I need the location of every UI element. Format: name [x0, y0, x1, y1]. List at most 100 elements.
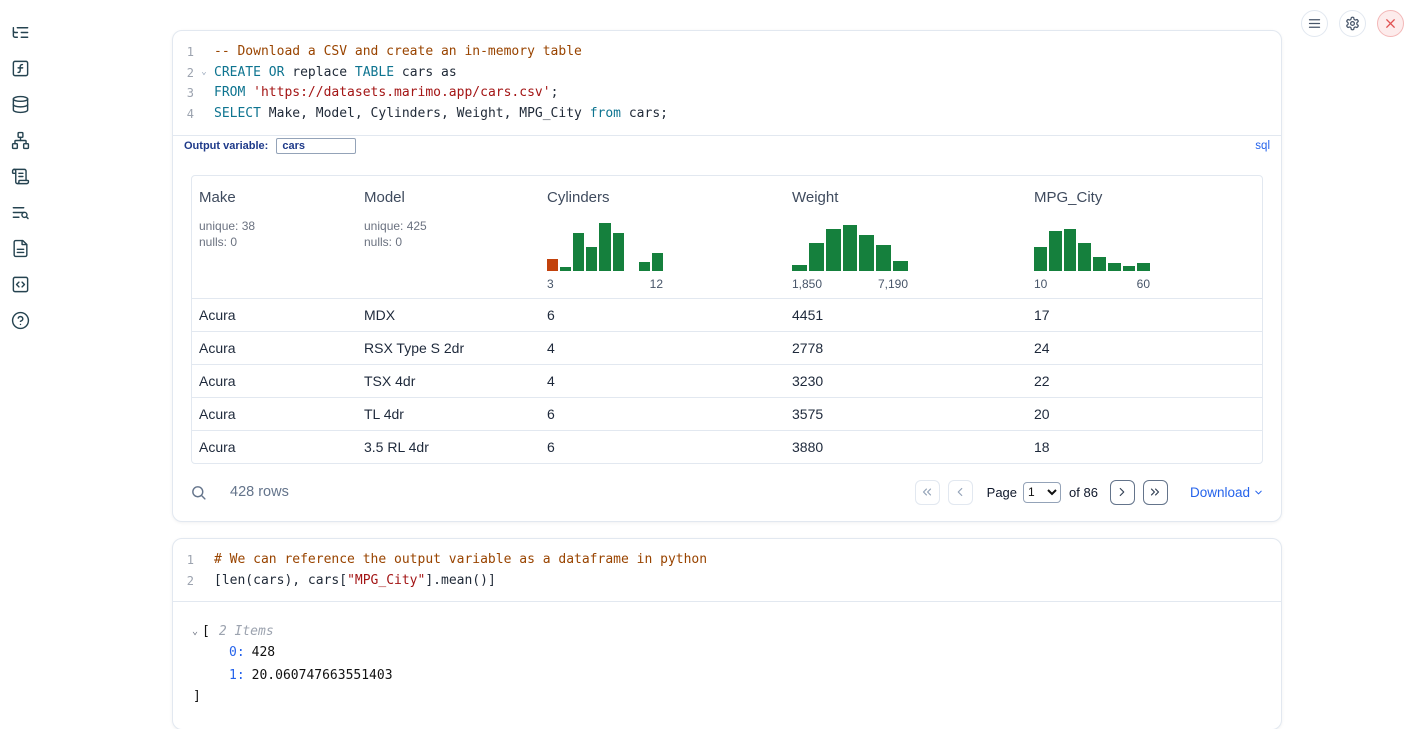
- tree-value: 428: [252, 645, 275, 660]
- table-cell: 6: [540, 307, 785, 323]
- column-header-make[interactable]: Makeunique: 38nulls: 0: [192, 176, 357, 298]
- table-cell: Acura: [192, 439, 357, 455]
- code-line: 4SELECT Make, Model, Cylinders, Weight, …: [173, 104, 1281, 125]
- column-name: Cylinders: [547, 189, 785, 206]
- collapse-chevron-icon[interactable]: ⌄: [192, 622, 198, 642]
- histogram: [547, 223, 663, 271]
- column-name: Model: [364, 189, 540, 206]
- histogram-bar: [599, 223, 610, 271]
- table-row: AcuraRSX Type S 2dr4277824: [192, 331, 1262, 364]
- gutter: [194, 571, 214, 592]
- histogram-bar: [586, 247, 597, 271]
- fold-chevron-icon[interactable]: ⌄: [194, 63, 214, 84]
- snippets-icon[interactable]: [10, 274, 30, 294]
- table-row: AcuraTSX 4dr4323022: [192, 364, 1262, 397]
- gutter: [194, 104, 214, 125]
- tree-key: 1:: [229, 668, 245, 683]
- table-cell: 6: [540, 439, 785, 455]
- code-text: CREATE OR replace TABLE cars as: [214, 63, 457, 84]
- table-cell: 24: [1027, 340, 1263, 356]
- file-explorer-icon[interactable]: [10, 22, 30, 42]
- table-cell: 3230: [785, 373, 1027, 389]
- histogram-bar: [1064, 229, 1077, 271]
- language-badge: sql: [1255, 140, 1270, 152]
- code-line: 1-- Download a CSV and create an in-memo…: [173, 42, 1281, 63]
- chevron-right-icon: [1115, 485, 1129, 499]
- help-icon[interactable]: [10, 310, 30, 330]
- chevrons-right-icon: [1148, 485, 1162, 499]
- table-cell: 4451: [785, 307, 1027, 323]
- histogram-bar: [573, 233, 584, 271]
- outline-icon[interactable]: [10, 166, 30, 186]
- download-button[interactable]: Download: [1190, 485, 1264, 500]
- histogram-max-label: 60: [1137, 277, 1150, 291]
- column-header-cylinders[interactable]: Cylinders 312: [540, 176, 785, 298]
- chevron-left-icon: [953, 485, 967, 499]
- histogram-bar: [1093, 257, 1106, 271]
- column-name: Make: [199, 189, 357, 206]
- logs-icon[interactable]: [10, 202, 30, 222]
- next-page-button[interactable]: [1110, 480, 1135, 505]
- dependency-graph-icon[interactable]: [10, 130, 30, 150]
- column-header-model[interactable]: Model unique: 425nulls: 0: [357, 176, 540, 298]
- functions-icon[interactable]: [10, 58, 30, 78]
- table-row: AcuraMDX6445117: [192, 298, 1262, 331]
- code-line: 2[len(cars), cars["MPG_City"].mean()]: [173, 571, 1281, 592]
- column-header-mpg_city[interactable]: MPG_City1060: [1027, 176, 1263, 298]
- histogram-bar: [1108, 263, 1121, 271]
- chevron-down-icon: [1253, 487, 1264, 498]
- datasources-icon[interactable]: [10, 94, 30, 114]
- last-page-button[interactable]: [1143, 480, 1168, 505]
- table-cell: 3.5 RL 4dr: [357, 439, 540, 455]
- menu-icon: [1307, 16, 1322, 31]
- table-cell: 18: [1027, 439, 1263, 455]
- table-row: Acura3.5 RL 4dr6388018: [192, 430, 1262, 463]
- settings-button[interactable]: [1339, 10, 1366, 37]
- chevrons-left-icon: [920, 485, 934, 499]
- output-variable-bar: Output variable: sql: [173, 135, 1281, 157]
- table-footer: 428 rows Page 1 of 86 Download: [173, 464, 1281, 521]
- table-cell: Acura: [192, 373, 357, 389]
- table-cell: 4: [540, 340, 785, 356]
- unique-count: unique: 38: [199, 218, 357, 234]
- table-cell: 4: [540, 373, 785, 389]
- documentation-icon[interactable]: [10, 238, 30, 258]
- histogram-range: 312: [547, 277, 663, 291]
- histogram-bar: [809, 243, 824, 271]
- download-label: Download: [1190, 485, 1250, 500]
- column-header-weight[interactable]: Weight1,8507,190: [785, 176, 1027, 298]
- close-button[interactable]: [1377, 10, 1404, 37]
- unique-count: unique: 425: [364, 218, 540, 234]
- gutter: [194, 83, 214, 104]
- null-count: nulls: 0: [364, 234, 540, 250]
- search-icon[interactable]: [190, 484, 207, 501]
- histogram-bar: [826, 229, 841, 271]
- gear-icon: [1345, 16, 1360, 31]
- topbar-controls: [1301, 10, 1404, 37]
- code-text: -- Download a CSV and create an in-memor…: [214, 42, 582, 63]
- page-select[interactable]: 1: [1023, 482, 1061, 503]
- histogram-bar: [876, 245, 891, 271]
- code-line: 3FROM 'https://datasets.marimo.app/cars.…: [173, 83, 1281, 104]
- gutter: [194, 550, 214, 571]
- sql-code-editor[interactable]: 1-- Download a CSV and create an in-memo…: [173, 31, 1281, 135]
- python-code-editor[interactable]: 1# We can reference the output variable …: [173, 539, 1281, 601]
- close-icon: [1383, 16, 1398, 31]
- first-page-button[interactable]: [915, 480, 940, 505]
- previous-page-button[interactable]: [948, 480, 973, 505]
- tree-entry: 1:20.060747663551403: [192, 665, 1281, 688]
- histogram-bar: [792, 265, 807, 271]
- table-cell: 3575: [785, 406, 1027, 422]
- table-cell: 20: [1027, 406, 1263, 422]
- line-number: 3: [181, 83, 194, 104]
- line-number: 2: [181, 63, 194, 84]
- table-cell: Acura: [192, 406, 357, 422]
- tree-key: 0:: [229, 645, 245, 660]
- notebook: 1 -- Download a CSV and create an in-memo…: [172, 30, 1282, 729]
- column-stats: unique: 425nulls: 0: [364, 218, 540, 250]
- histogram-bar: [1049, 231, 1062, 271]
- data-table: Make unique: 38 nulls: 0 Model unique: 425nu…: [191, 175, 1263, 464]
- table-row: AcuraTL 4dr6357520: [192, 397, 1262, 430]
- output-variable-input[interactable]: [276, 138, 356, 154]
- menu-button[interactable]: [1301, 10, 1328, 37]
